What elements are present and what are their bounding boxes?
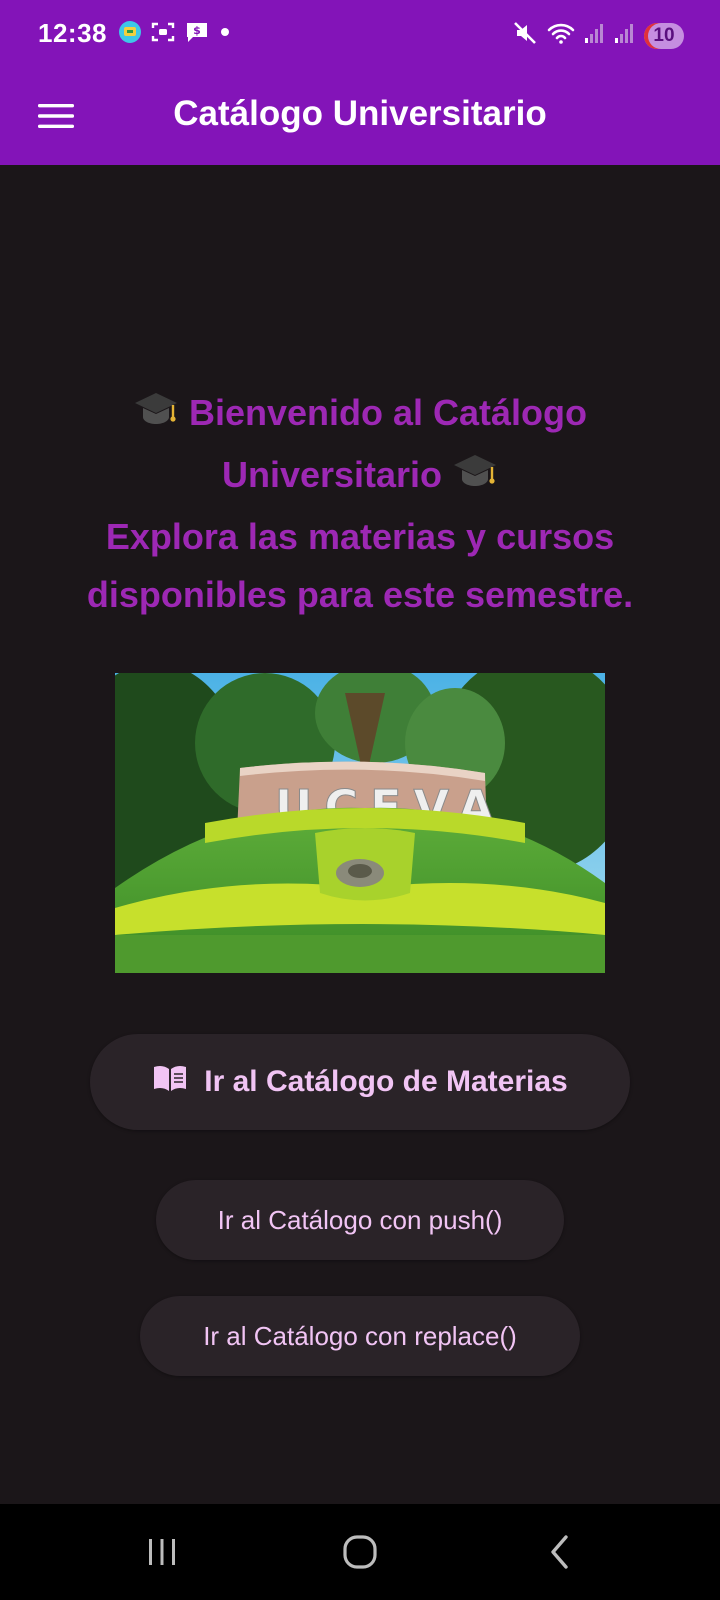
app-bar: Catálogo Universitario (0, 68, 720, 165)
hamburger-menu-icon (38, 104, 74, 128)
home-button[interactable] (330, 1524, 390, 1580)
back-button[interactable] (530, 1524, 590, 1580)
open-book-icon (152, 1063, 188, 1101)
campus-photo: UCEVA (115, 673, 605, 973)
battery-indicator: 10 (644, 22, 684, 49)
message-icon: $ (184, 20, 210, 49)
wifi-icon (546, 20, 576, 51)
app-screen: 12:38 $ 10 Catálogo Universitario Bienve… (0, 0, 720, 1600)
catalog-materias-button[interactable]: Ir al Catálogo de Materias (90, 1034, 630, 1130)
status-time: 12:38 (38, 18, 107, 48)
status-icons-left: $ (118, 20, 232, 49)
signal-icon (584, 21, 606, 50)
app-notification-icon (118, 20, 142, 49)
mute-icon (512, 20, 538, 51)
page-title: Catálogo Universitario (173, 94, 547, 133)
recent-apps-button[interactable] (132, 1524, 192, 1580)
status-icons-right: 10 (512, 20, 684, 51)
welcome-line-1: Bienvenido al Catálogo (188, 392, 588, 433)
screenshot-icon (150, 20, 176, 49)
catalog-materias-label: Ir al Catálogo de Materias (204, 1065, 568, 1098)
catalog-replace-button[interactable]: Ir al Catálogo con replace() (140, 1296, 580, 1376)
navigation-bar (0, 1504, 720, 1600)
welcome-message: Bienvenido al Catálogo Universitario Exp… (40, 384, 680, 624)
welcome-line-4: disponibles para este semestre. (86, 574, 634, 615)
dot-icon (218, 20, 232, 49)
back-icon (551, 1535, 568, 1569)
graduation-cap-icon (452, 450, 498, 508)
top-bar: 12:38 $ 10 Catálogo Universitario (0, 0, 720, 165)
status-bar: 12:38 $ 10 (0, 0, 720, 68)
catalog-replace-label: Ir al Catálogo con replace() (203, 1320, 517, 1351)
welcome-line-3: Explora las materias y cursos (105, 516, 615, 557)
welcome-line-2: Universitario (221, 454, 443, 495)
menu-button[interactable] (30, 90, 82, 142)
catalog-push-label: Ir al Catálogo con push() (217, 1204, 503, 1235)
home-icon (343, 1535, 377, 1569)
graduation-cap-icon (133, 388, 179, 446)
catalog-push-button[interactable]: Ir al Catálogo con push() (156, 1180, 564, 1260)
recent-apps-icon (149, 1539, 175, 1565)
svg-text:$: $ (193, 24, 201, 37)
signal-icon (614, 21, 636, 50)
